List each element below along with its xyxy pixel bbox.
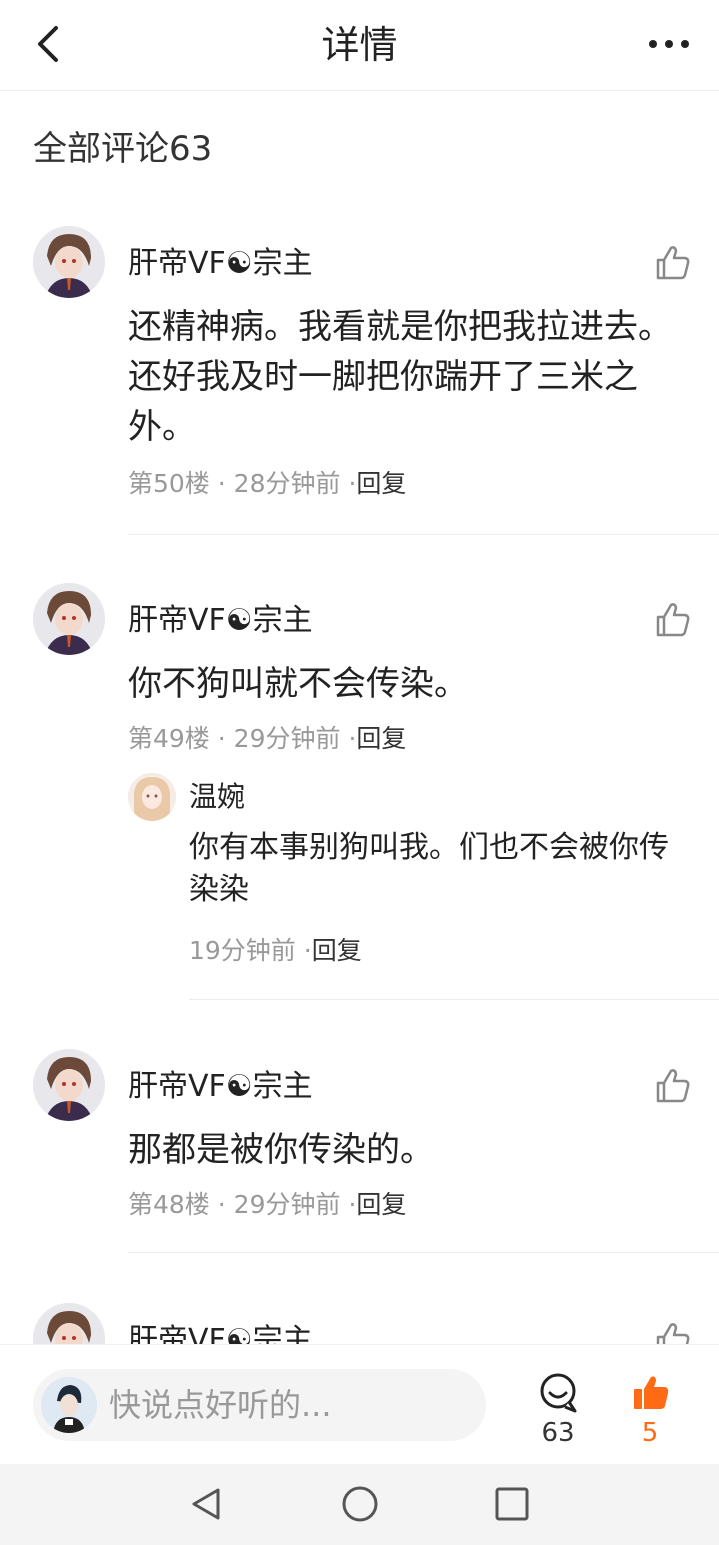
more-button[interactable]: [639, 22, 699, 66]
comment-input[interactable]: 快说点好听的...: [33, 1369, 486, 1441]
user-avatar: [41, 1377, 97, 1433]
reply-time: 19分钟前: [189, 936, 296, 965]
reply-avatar[interactable]: [128, 773, 176, 821]
divider: [128, 534, 719, 535]
avatar[interactable]: [33, 1049, 105, 1121]
comment-content: 还精神病。我看就是你把我拉进去。还好我及时一脚把你踹开了三米之外。: [128, 307, 672, 447]
like-button[interactable]: [650, 1317, 694, 1344]
separator-dot: ·: [217, 1190, 234, 1219]
separator-dot: ·: [217, 469, 234, 498]
input-placeholder: 快说点好听的...: [109, 1386, 332, 1424]
reply-button[interactable]: 回复: [356, 724, 406, 753]
reply-meta: 19分钟前 ·回复: [189, 933, 362, 969]
comment-count: 63: [541, 1418, 575, 1448]
nav-back-icon: [192, 1488, 220, 1520]
thumb-up-icon: [656, 1069, 690, 1103]
divider: [189, 999, 719, 1000]
floor-number: 第50楼: [128, 469, 210, 498]
nav-recents-icon: [495, 1487, 529, 1521]
like-post-button[interactable]: 5: [624, 1371, 676, 1455]
reply-button[interactable]: 回复: [356, 1190, 406, 1219]
reply-content: 你有本事别狗叫我。们也不会被你传染染: [189, 830, 669, 907]
comment-item: 肝帝VF☯宗主 你不狗叫就不会传染。 第49楼 · 29分钟前 ·回复 温婉 你…: [0, 583, 719, 1003]
author-name[interactable]: 肝帝VF☯宗主: [128, 601, 313, 641]
comment-content: 你不狗叫就不会传染。: [128, 664, 468, 704]
nav-home-icon: [342, 1486, 378, 1522]
comment-time: 29分钟前: [233, 1190, 341, 1219]
avatar[interactable]: [33, 1303, 105, 1344]
floor-number: 第49楼: [128, 724, 210, 753]
comment-meta: 第48楼 · 29分钟前 ·回复: [128, 1187, 406, 1223]
thumb-up-filled-icon: [634, 1376, 669, 1409]
nav-home-button[interactable]: [340, 1484, 380, 1524]
author-name[interactable]: 肝帝VF☯宗主: [128, 244, 313, 284]
thumb-up-icon: [656, 1323, 690, 1344]
like-button[interactable]: [650, 240, 694, 284]
more-icon: [649, 40, 689, 48]
comment-bubble-icon: [540, 1373, 577, 1413]
floor-number: 第48楼: [128, 1190, 210, 1219]
comment-item: 肝帝VF☯宗主: [0, 1303, 719, 1344]
like-button[interactable]: [650, 1063, 694, 1107]
reply-button[interactable]: 回复: [312, 936, 362, 965]
top-bar: 详情: [0, 0, 719, 91]
divider: [128, 1252, 719, 1253]
avatar[interactable]: [33, 583, 105, 655]
like-count: 5: [641, 1418, 659, 1448]
nav-recents-button[interactable]: [492, 1484, 532, 1524]
page-title: 详情: [321, 23, 398, 67]
comment-content: 那都是被你传染的。: [128, 1130, 434, 1170]
comment-time: 28分钟前: [233, 469, 341, 498]
comment-button[interactable]: 63: [532, 1371, 584, 1455]
reply-button[interactable]: 回复: [356, 469, 406, 498]
system-nav-bar: [0, 1464, 719, 1545]
thumb-up-icon: [656, 246, 690, 280]
separator-dot: ·: [217, 724, 234, 753]
nav-back-button[interactable]: [186, 1484, 226, 1524]
bottom-action-bar: 快说点好听的... 63 5: [0, 1344, 719, 1465]
comment-item: 肝帝VF☯宗主 那都是被你传染的。 第48楼 · 29分钟前 ·回复: [0, 1049, 719, 1259]
separator-dot: ·: [303, 936, 312, 965]
like-button[interactable]: [650, 597, 694, 641]
comment-meta: 第50楼 · 28分钟前 ·回复: [128, 466, 406, 502]
comment-time: 29分钟前: [233, 724, 341, 753]
author-name[interactable]: 肝帝VF☯宗主: [128, 1067, 313, 1107]
comment-item: 肝帝VF☯宗主 还精神病。我看就是你把我拉进去。还好我及时一脚把你踹开了三米之外…: [0, 226, 719, 536]
comment-list[interactable]: 肝帝VF☯宗主 还精神病。我看就是你把我拉进去。还好我及时一脚把你踹开了三米之外…: [0, 200, 719, 1344]
avatar[interactable]: [33, 226, 105, 298]
author-name[interactable]: 肝帝VF☯宗主: [128, 1321, 313, 1344]
thumb-up-icon: [656, 603, 690, 637]
comments-count-title: 全部评论63: [33, 129, 213, 169]
reply-author-name[interactable]: 温婉: [189, 777, 245, 817]
comment-meta: 第49楼 · 29分钟前 ·回复: [128, 721, 406, 757]
